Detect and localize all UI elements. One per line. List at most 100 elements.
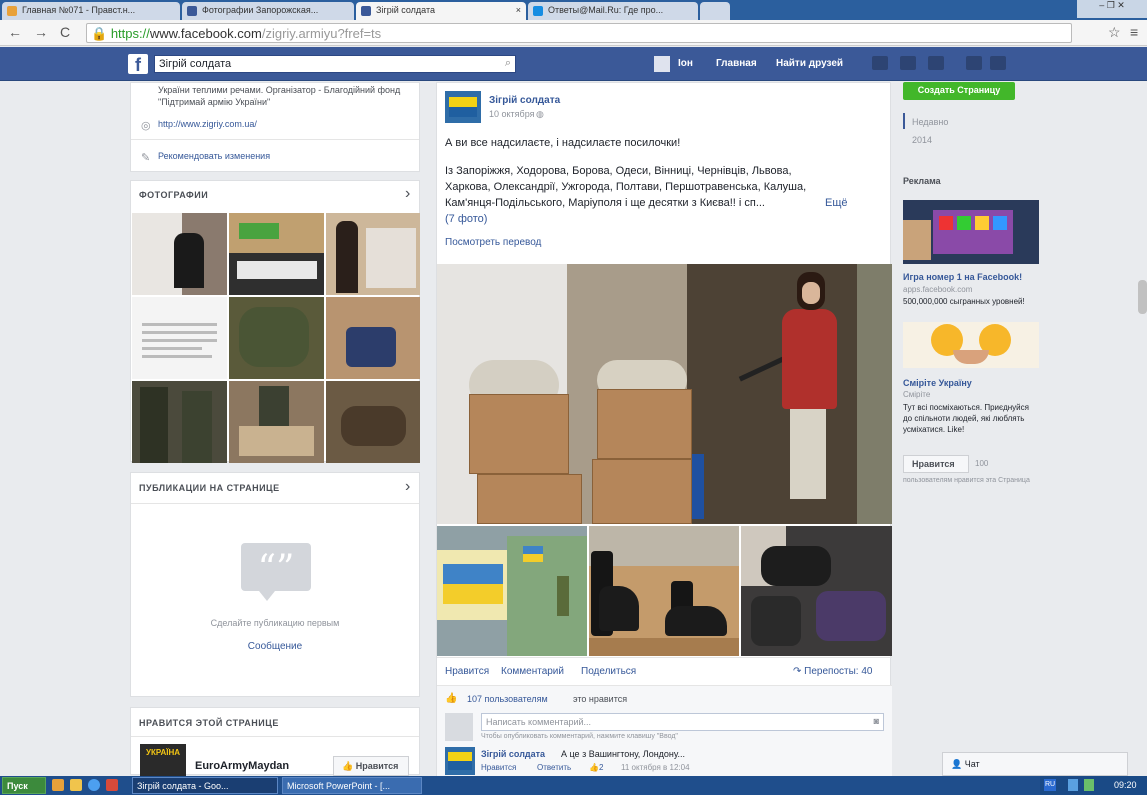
comment-like-count[interactable]: 👍2 [589, 763, 603, 772]
page-avatar[interactable] [445, 91, 481, 123]
like-action-link[interactable]: Нравится [445, 666, 489, 677]
photo-thumbnail[interactable] [132, 213, 227, 295]
search-value: Зігрій солдата [159, 58, 232, 70]
notifications-icon[interactable] [928, 56, 944, 70]
ad1-image[interactable] [903, 200, 1039, 264]
browser-menu-icon[interactable]: ≡ [1130, 24, 1138, 40]
taskbar-item-powerpoint[interactable]: Microsoft PowerPoint - [... [282, 777, 422, 794]
taskbar-item-browser[interactable]: Зігрій солдата - Goo... [132, 777, 278, 794]
see-more-link[interactable]: Ещё [825, 197, 848, 209]
liked-page-name[interactable]: EuroArmyMaydan [195, 760, 289, 772]
divider [437, 657, 892, 658]
post-author-link[interactable]: Зігрій солдата [489, 95, 560, 106]
ad1-url: apps.facebook.com [903, 285, 973, 294]
photo-thumbnail[interactable] [132, 297, 227, 379]
share-count-text: Перепосты: 40 [804, 666, 873, 677]
tab-favicon-icon [187, 6, 197, 16]
forward-button[interactable]: → [34, 24, 48, 40]
chevron-right-icon[interactable]: › [405, 478, 410, 496]
comment-author-link[interactable]: Зігрій солдата [481, 749, 545, 759]
comment-input[interactable]: Написать комментарий... ◙ [481, 713, 884, 731]
liked-pages-header: НРАВИТСЯ ЭТОЙ СТРАНИЦЕ [139, 718, 279, 728]
globe-icon: ◎ [141, 120, 151, 132]
timeline-recent-link[interactable]: Недавно [912, 117, 948, 127]
nav-profile-link[interactable]: Іон [678, 58, 693, 69]
privacy-shortcuts-icon[interactable] [966, 56, 982, 70]
back-button[interactable]: ← [8, 24, 22, 40]
browser-tab-2[interactable]: Фотографии Запорожская... [182, 2, 354, 20]
photo-count-link[interactable]: (7 фото) [445, 213, 487, 225]
photo-thumbnail[interactable] [326, 297, 420, 379]
volume-icon[interactable] [1084, 779, 1094, 791]
tab-title: Зігрій солдата [376, 5, 435, 15]
post-timestamp[interactable]: 10 октября [489, 109, 534, 119]
photo-thumbnail[interactable] [229, 213, 324, 295]
website-link[interactable]: http://www.zigriy.com.ua/ [158, 119, 257, 129]
post-main-photo[interactable] [437, 264, 892, 524]
post-photo-thumbnail[interactable] [741, 526, 892, 656]
share-count[interactable]: ↷ Перепосты: 40 [793, 666, 872, 677]
tab-close-icon[interactable]: × [516, 5, 521, 15]
photo-thumbnail[interactable] [229, 381, 324, 463]
bookmark-star-icon[interactable]: ☆ [1108, 24, 1121, 41]
friend-requests-icon[interactable] [872, 56, 888, 70]
post-photo-thumbnail[interactable] [437, 526, 587, 656]
quicklaunch-folder-icon[interactable] [70, 779, 82, 791]
ads-header: Реклама [903, 176, 941, 186]
photos-header[interactable]: ФОТОГРАФИИ [139, 190, 208, 200]
comment-like-link[interactable]: Нравится [481, 763, 516, 772]
see-translation-link[interactable]: Посмотреть перевод [445, 237, 541, 248]
ad2-like-button[interactable]: Нравится [903, 455, 969, 473]
browser-tab-1[interactable]: Главная №071 - Правст.н... [2, 2, 180, 20]
likes-count-link[interactable]: 107 пользователям [467, 694, 548, 704]
browser-tab-4[interactable]: Ответы@Mail.Ru: Где про... [528, 2, 698, 20]
photo-thumbnail[interactable] [326, 213, 420, 295]
quicklaunch-app-icon[interactable] [106, 779, 118, 791]
chevron-right-icon[interactable]: › [405, 185, 410, 203]
facebook-search-input[interactable]: Зігрій солдата ⌕ [154, 55, 516, 73]
chat-bar[interactable]: 👤 Чат [942, 752, 1128, 776]
share-action-link[interactable]: Поделиться [581, 666, 636, 677]
camera-icon[interactable]: ◙ [874, 716, 879, 726]
search-icon[interactable]: ⌕ [505, 57, 511, 70]
ad1-title[interactable]: Игра номер 1 на Facebook! [903, 272, 1022, 282]
like-page-button[interactable]: 👍 Нравится [333, 756, 409, 776]
write-post-link[interactable]: Сообщение [131, 641, 419, 652]
language-indicator[interactable]: RU [1044, 779, 1056, 791]
comment-reply-link[interactable]: Ответить [537, 763, 571, 772]
facebook-logo[interactable]: f [128, 54, 148, 75]
nav-find-friends-link[interactable]: Найти друзей [776, 58, 843, 69]
visitor-posts-header[interactable]: ПУБЛИКАЦИИ НА СТРАНИЦЕ [139, 483, 280, 493]
ad2-title[interactable]: Сміріте Україну [903, 378, 972, 388]
timeline-year-link[interactable]: 2014 [912, 135, 932, 145]
reload-button[interactable]: C [60, 24, 70, 40]
ad2-image[interactable] [903, 322, 1039, 368]
thumb-up-icon: 👍 [445, 693, 458, 704]
comment-timestamp[interactable]: 11 октября в 12:04 [621, 763, 690, 772]
start-button[interactable]: Пуск [2, 777, 46, 794]
photo-thumbnail[interactable] [132, 381, 227, 463]
ad1-description: 500,000,000 сыгранных уровней! [903, 297, 1025, 306]
photo-thumbnail[interactable] [326, 381, 420, 463]
account-menu-icon[interactable] [990, 56, 1006, 70]
suggest-edits-link[interactable]: Рекомендовать изменения [158, 151, 270, 161]
liked-page-avatar[interactable]: УКРАЇНА [140, 744, 186, 776]
browser-tab-active[interactable]: Зігрій солдата × [356, 2, 526, 20]
network-icon[interactable] [1068, 779, 1078, 791]
photo-thumbnail[interactable] [229, 297, 324, 379]
profile-avatar[interactable] [654, 56, 670, 72]
start-label: Пуск [7, 781, 28, 791]
page-scrollbar-thumb[interactable] [1138, 280, 1147, 314]
quicklaunch-explorer-icon[interactable] [52, 779, 64, 791]
url-input[interactable]: 🔒 https://www.facebook.com/zigriy.armiyu… [86, 23, 1072, 43]
clock[interactable]: 09:20 [1114, 780, 1137, 790]
post-photo-thumbnail[interactable] [589, 526, 739, 656]
window-controls[interactable]: – ❐ ✕ [1077, 0, 1147, 18]
new-tab-button[interactable] [700, 2, 730, 20]
comment-action-link[interactable]: Комментарий [501, 666, 564, 677]
reply-author-avatar[interactable] [445, 747, 475, 775]
quicklaunch-chrome-icon[interactable] [88, 779, 100, 791]
messages-icon[interactable] [900, 56, 916, 70]
nav-home-link[interactable]: Главная [716, 58, 757, 69]
create-page-button[interactable]: Создать Страницу [903, 82, 1015, 100]
